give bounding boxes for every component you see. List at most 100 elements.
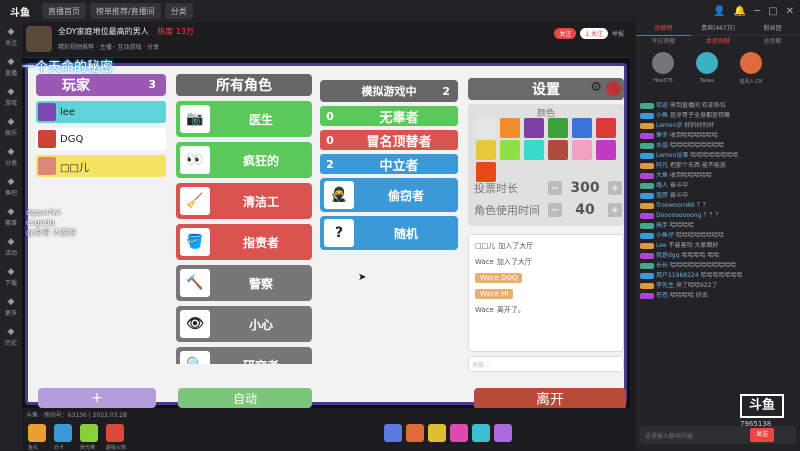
gift-icon[interactable] [384,424,402,442]
player-row[interactable]: DGQ [36,128,166,150]
rank-tab[interactable]: 粉丝团 [745,22,800,36]
role-time-plus-button[interactable]: + [608,203,622,217]
nav-item[interactable]: ◆ 下载 [0,262,22,292]
chat-user[interactable]: 水晶 [656,142,668,150]
color-swatch[interactable] [524,118,544,138]
rank-subtab[interactable]: 总贡献 [745,36,800,48]
tab-room[interactable]: 榜单推荐/直播间 [90,3,161,19]
rank-tab[interactable]: 贵宾(467万) [690,22,746,36]
chat-user[interactable]: 阿凡 [656,162,668,170]
role-card[interactable]: 🔨 警察 [176,265,312,301]
team-group[interactable]: 0 冒名顶替者 [320,130,458,150]
color-swatch[interactable] [596,140,616,160]
rank-subtab[interactable]: 本周贡献 [691,36,746,48]
gift-icon[interactable] [406,424,424,442]
role-card[interactable]: 👀 疯狂的 [176,142,312,178]
chat-user[interactable]: 我是dgq [656,252,679,260]
color-swatch[interactable] [548,118,568,138]
chat-user[interactable]: 长长 [656,262,668,270]
color-swatch[interactable] [476,118,496,138]
gear-icon[interactable]: ⚙ [590,80,602,95]
chat-user[interactable]: 寒冬 [656,132,668,140]
tab-home[interactable]: 直播首页 [42,3,86,19]
minimize-icon[interactable]: ─ [754,6,760,17]
gift-icon[interactable] [54,424,72,442]
vote-minus-button[interactable]: − [548,181,562,195]
chat-user[interactable]: 蓝胖 [656,192,668,200]
role-card[interactable]: 🔍研究者 [176,347,312,364]
team-group[interactable]: 2 中立者 [320,154,458,174]
chat-user[interactable]: 路人 [656,182,668,190]
nav-item[interactable]: ◆ 赛事 [0,202,22,232]
role-time-minus-button[interactable]: − [548,203,562,217]
nav-item[interactable]: ◆ 活动 [0,232,22,262]
color-swatch[interactable] [596,118,616,138]
chat-user[interactable]: 苍苍 [656,292,668,300]
chat-user[interactable]: 小鱼 [656,112,668,120]
nav-item[interactable]: ◆ 更多 [0,292,22,322]
exit-icon[interactable] [606,81,621,96]
gift-icon[interactable] [106,424,124,442]
lobby-chat-input[interactable]: 消息... [468,356,624,372]
nav-item[interactable]: ◆ 关注 [0,22,22,52]
chat-user[interactable]: Lemon没事 [656,152,688,160]
role-card[interactable]: 👁 小心 [176,306,312,342]
role-card[interactable]: 📷 医生 [176,101,312,137]
rank-subtab[interactable]: 今日贡献 [636,36,691,48]
color-swatch[interactable] [572,118,592,138]
maximize-icon[interactable]: □ [768,6,777,17]
follow-button[interactable]: 关注 [554,28,577,39]
rank-tab[interactable]: 贡献榜 [636,22,691,36]
vote-plus-button[interactable]: + [608,181,622,195]
color-swatch[interactable] [524,140,544,160]
nav-item[interactable]: ◆ 历史 [0,322,22,352]
report-link[interactable]: 举报 [612,29,624,38]
player-row[interactable]: lee [36,101,166,123]
close-icon[interactable]: ✕ [786,6,794,17]
bell-icon[interactable]: 🔔 [734,6,746,17]
chat-user[interactable]: 小鱼仔 [656,232,674,240]
chat-user[interactable]: 李先生 [656,282,674,290]
gift-icon[interactable] [494,424,512,442]
color-swatch[interactable] [548,140,568,160]
color-swatch[interactable] [476,162,496,182]
gift-icon[interactable] [472,424,490,442]
chat-user[interactable]: Lee [656,242,667,250]
color-swatch[interactable] [476,140,496,160]
team-group[interactable]: 0 无辜者 [320,106,458,126]
send-button[interactable]: 发送 [750,428,774,442]
role-card[interactable]: 🪣 指责者 [176,224,312,260]
gift-icon[interactable] [428,424,446,442]
color-swatch[interactable] [572,140,592,160]
gift-icon[interactable] [28,424,46,442]
chat-user[interactable]: Lemon凉 [656,122,682,130]
nav-item[interactable]: ◆ 分类 [0,142,22,172]
player-row[interactable]: □□儿 [36,155,166,177]
nav-item[interactable]: ◆ 鱼吧 [0,172,22,202]
user-icon[interactable]: 👤 [713,6,725,17]
gift-icon[interactable] [80,424,98,442]
leave-button[interactable]: 离开 [474,388,626,410]
chat-user[interactable]: 大鱼 [656,172,668,180]
chat-user[interactable]: 欢迎 [656,102,668,110]
chat-user[interactable]: 高手 [656,222,668,230]
color-swatch[interactable] [500,118,520,138]
selected-role-card[interactable]: 🥷 偷窃者 [320,178,458,212]
color-swatch[interactable] [500,140,520,160]
nav-item[interactable]: ◆ 游戏 [0,82,22,112]
chat-user[interactable]: 用户11968224 [656,272,699,280]
fan-avatar[interactable] [740,52,762,74]
gift-icon[interactable] [450,424,468,442]
streamer-avatar[interactable] [26,26,52,52]
role-card[interactable]: 🧹 清洁工 [176,183,312,219]
chat-user[interactable]: Dooooooooong [656,212,701,220]
douyu-logo[interactable]: 斗鱼 [0,0,40,22]
auto-button[interactable]: 自动 [178,388,312,408]
add-player-button[interactable]: + [38,388,156,408]
chat-user[interactable]: Troownorn86 [656,202,695,210]
fan-avatar[interactable] [696,52,718,74]
nav-item[interactable]: ◆ 直播 [0,52,22,82]
fan-avatar[interactable] [652,52,674,74]
tab-category[interactable]: 分类 [164,3,193,19]
selected-role-card[interactable]: ? 随机 [320,216,458,250]
